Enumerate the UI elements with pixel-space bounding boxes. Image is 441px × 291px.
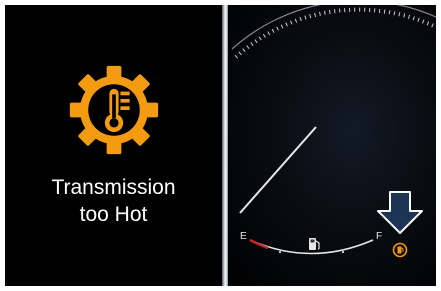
gauge-outer-arc	[231, 5, 436, 50]
fuel-empty-label: E	[240, 231, 247, 242]
gauge-tick-arc	[234, 7, 436, 59]
transmission-warning-panel: Transmission too Hot	[5, 5, 222, 286]
fuel-pump-icon	[309, 238, 320, 250]
low-fuel-warning-icon	[392, 242, 408, 258]
gauge-needle	[239, 126, 317, 214]
warning-message-line-1: Transmission	[51, 176, 176, 199]
instrument-cluster-panel: E F	[228, 5, 436, 286]
down-arrow-icon	[377, 191, 423, 234]
transmission-temperature-gear-icon	[69, 65, 159, 155]
warning-message-line-2: too Hot	[79, 203, 148, 226]
fuel-gauge-low-segment	[249, 238, 269, 250]
